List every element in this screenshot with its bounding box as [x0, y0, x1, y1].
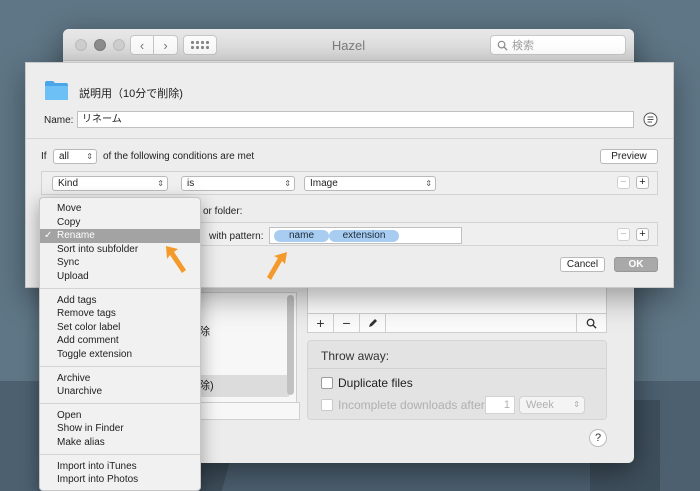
menu-item-unarchive[interactable]: Unarchive [40, 385, 200, 399]
condition-attribute-value: Kind [58, 178, 79, 189]
condition-operator-select[interactable]: is ⇕ [181, 176, 295, 191]
search-icon [586, 318, 597, 329]
menu-item-copy[interactable]: Copy [40, 216, 200, 230]
menu-item-open[interactable]: Open [40, 409, 200, 423]
plus-icon: + [316, 315, 325, 331]
menu-separator [40, 287, 200, 289]
menu-item-label: Rename [57, 230, 95, 242]
rename-pattern-field[interactable]: name extension [269, 227, 462, 244]
pattern-label: with pattern: [209, 231, 264, 242]
week-label: Week [526, 399, 554, 411]
add-condition-button[interactable]: + [636, 176, 649, 189]
add-action-button[interactable]: + [636, 228, 649, 241]
menu-item-set-color-label[interactable]: Set color label [40, 321, 200, 335]
search-input[interactable]: 検索 [490, 35, 626, 55]
folder-icon [45, 81, 68, 100]
menu-item-archive[interactable]: Archive [40, 372, 200, 386]
incomplete-downloads-checkbox[interactable] [321, 399, 333, 411]
match-mode-value: all [59, 151, 70, 162]
condition-attribute-select[interactable]: Kind ⇕ [52, 176, 168, 191]
menu-item-toggle-extension[interactable]: Toggle extension [40, 348, 200, 362]
notes-icon[interactable] [643, 112, 658, 127]
incomplete-downloads-value[interactable]: 1 [485, 396, 515, 414]
minus-icon: − [620, 228, 627, 240]
condition-operator-value: is [187, 178, 195, 189]
pattern-token-name[interactable]: name [274, 230, 329, 242]
menu-item-make-alias[interactable]: Make alias [40, 436, 200, 450]
name-label: Name: [44, 115, 74, 126]
search-icon [497, 40, 508, 51]
ok-button[interactable]: OK [614, 257, 658, 272]
condition-value: Image [310, 178, 338, 189]
menu-item-remove-tags[interactable]: Remove tags [40, 307, 200, 321]
chevron-updown-icon: ⇕ [425, 179, 432, 188]
help-button[interactable]: ? [589, 429, 607, 447]
divider [26, 138, 673, 139]
duplicate-files-checkbox[interactable] [321, 377, 333, 389]
menu-item-import-into-itunes[interactable]: Import into iTunes [40, 460, 200, 474]
annotation-arrow-icon [267, 252, 287, 280]
plus-icon: + [639, 176, 646, 188]
remove-action-button[interactable]: − [617, 228, 630, 241]
search-placeholder: 検索 [512, 40, 534, 52]
throw-away-title: Throw away: [321, 349, 390, 363]
if-label: If [41, 151, 47, 162]
title-bar: ‹ › Hazel 検索 [63, 29, 634, 61]
menu-separator [40, 453, 200, 455]
add-button[interactable]: + [308, 313, 334, 333]
cancel-button[interactable]: Cancel [560, 257, 605, 272]
incomplete-downloads-unit-select[interactable]: Week ⇕ [519, 396, 585, 414]
chevron-updown-icon: ⇕ [157, 179, 164, 188]
minus-icon: − [620, 176, 627, 188]
menu-separator [40, 402, 200, 404]
condition-value-select[interactable]: Image ⇕ [304, 176, 436, 191]
menu-item-add-tags[interactable]: Add tags [40, 294, 200, 308]
minus-icon: − [342, 315, 351, 331]
checkmark-icon: ✓ [44, 230, 53, 242]
menu-item-import-into-photos[interactable]: Import into Photos [40, 473, 200, 487]
edit-button[interactable] [360, 313, 386, 333]
chevron-updown-icon: ⇕ [86, 152, 93, 161]
action-folder-text: or folder: [203, 206, 243, 217]
action-type-menu: Move Copy ✓ Rename Sort into subfolder S… [39, 197, 201, 491]
menu-item-rename[interactable]: ✓ Rename [40, 229, 200, 243]
rule-name-input[interactable]: リネーム [77, 111, 634, 128]
plus-icon: + [639, 228, 646, 240]
preview-button[interactable]: Preview [600, 149, 658, 164]
pencil-icon [368, 319, 377, 327]
remove-condition-button[interactable]: − [617, 176, 630, 189]
remove-button[interactable]: − [334, 313, 360, 333]
chevron-updown-icon: ⇕ [284, 179, 291, 188]
scrollbar[interactable] [287, 295, 294, 395]
match-mode-select[interactable]: all ⇕ [53, 149, 97, 164]
chevron-updown-icon: ⇕ [573, 400, 580, 409]
conditions-text: of the following conditions are met [103, 151, 255, 162]
annotation-arrow-icon [166, 246, 186, 273]
duplicate-files-label: Duplicate files [338, 376, 413, 390]
menu-item-move[interactable]: Move [40, 202, 200, 216]
divider [308, 368, 606, 369]
folder-name: 説明用（10分で削除) [79, 88, 183, 100]
throw-away-panel: Throw away: Duplicate files Incomplete d… [307, 340, 607, 420]
duplicate-files-option[interactable]: Duplicate files [321, 376, 413, 390]
menu-item-show-in-finder[interactable]: Show in Finder [40, 422, 200, 436]
incomplete-downloads-option[interactable]: Incomplete downloads after [321, 398, 485, 412]
menu-separator [40, 365, 200, 367]
list-toolbar: + − [307, 313, 607, 333]
incomplete-downloads-label: Incomplete downloads after [338, 398, 485, 412]
pattern-token-extension[interactable]: extension [329, 230, 399, 242]
menu-item-add-comment[interactable]: Add comment [40, 334, 200, 348]
condition-row: Kind ⇕ is ⇕ Image ⇕ − + [41, 171, 658, 195]
search-button[interactable] [576, 313, 606, 333]
